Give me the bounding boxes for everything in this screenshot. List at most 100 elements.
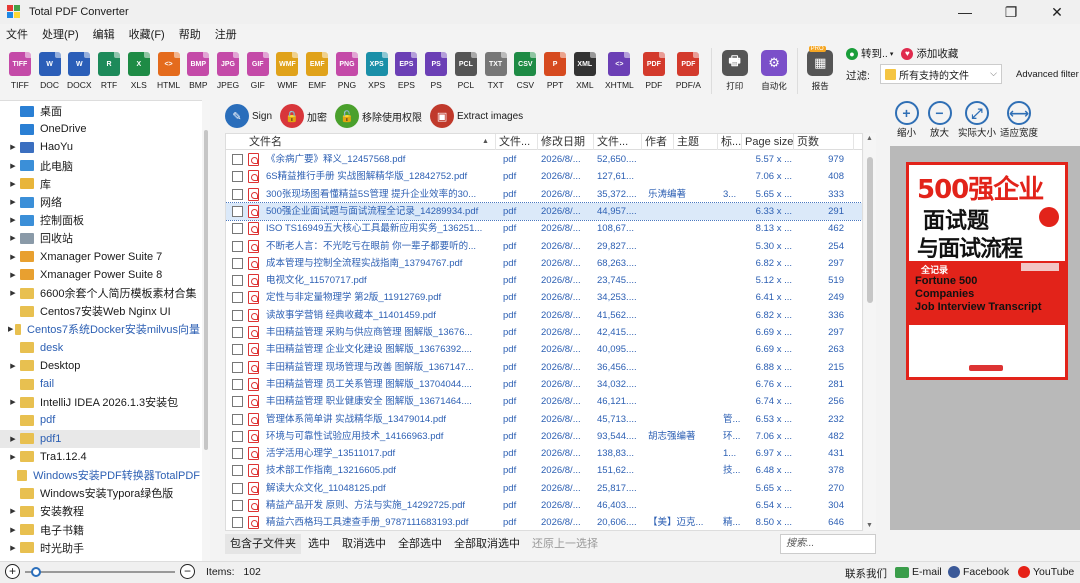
tree-scrollbar-thumb[interactable] [204, 130, 208, 450]
row-checkbox[interactable] [232, 275, 243, 287]
row-checkbox[interactable] [232, 448, 243, 460]
convert-docx-button[interactable]: W DOCX [64, 46, 94, 90]
actual-size-button[interactable]: ⤢ 实际大小 [956, 101, 998, 145]
expand-arrow-icon[interactable]: ▶ [8, 234, 18, 242]
zoom-out-icon[interactable]: + [5, 564, 20, 579]
table-row[interactable]: 读故事学营销 经典收藏本_11401459.pdf pdf 2026/8/... 41… [226, 307, 862, 324]
convert-xml-button[interactable]: XML XML [570, 46, 600, 90]
tree-item[interactable]: ▶ Xmanager Power Suite 7 [0, 248, 200, 266]
column-header[interactable]: 作者 [642, 134, 674, 150]
row-checkbox[interactable] [232, 171, 243, 183]
convert-wmf-button[interactable]: WMF WMF [273, 46, 303, 90]
tree-item[interactable]: ▶ Centos7系统Docker安装milvus向量 [0, 320, 200, 338]
table-row[interactable]: ISO TS16949五大核心工具最新应用实务_136251... pdf 2026… [226, 220, 862, 237]
expand-arrow-icon[interactable]: ▶ [8, 162, 18, 170]
menu-help[interactable]: 帮助 [179, 26, 201, 42]
tree-item[interactable]: Windows安装Typora绿色版 [0, 484, 200, 502]
expand-arrow-icon[interactable]: ▶ [8, 253, 18, 261]
convert-html-button[interactable]: <> HTML [154, 46, 184, 90]
row-checkbox[interactable] [232, 430, 243, 442]
column-header[interactable]: 文件... [594, 134, 642, 150]
row-checkbox[interactable] [232, 309, 243, 321]
zoom-in-icon[interactable]: − [180, 564, 195, 579]
expand-arrow-icon[interactable]: ▶ [8, 325, 13, 333]
tree-item[interactable]: ▶ HaoYu [0, 138, 200, 156]
convert-jpeg-button[interactable]: JPG JPEG [213, 46, 243, 90]
advanced-filter-link[interactable]: Advanced filter [1016, 69, 1079, 80]
table-scrollbar[interactable]: ▲ ▼ [864, 133, 876, 531]
expand-arrow-icon[interactable]: ▶ [8, 271, 18, 279]
menu-edit[interactable]: 编辑 [93, 26, 115, 42]
column-header[interactable]: 修改日期 [538, 134, 594, 150]
zoom-out-button[interactable]: + 缩小 [890, 101, 923, 145]
row-checkbox[interactable] [232, 500, 243, 511]
row-checkbox[interactable] [232, 482, 243, 494]
tree-item[interactable]: ▶ 网络 [0, 193, 200, 211]
goto-button[interactable]: 转到.. [861, 46, 888, 61]
tree-item[interactable]: ▶ pdf1 [0, 429, 200, 448]
tree-item[interactable]: ▶ IntelliJ IDEA 2026.1.3安装包 [0, 393, 200, 411]
tree-item[interactable]: Windows安装PDF转换器TotalPDF [0, 466, 200, 484]
action-button-1[interactable]: 🔒 加密 [280, 104, 327, 128]
menu-process[interactable]: 处理(P) [42, 26, 79, 42]
column-header[interactable]: Page size [742, 134, 794, 150]
convert-eps-button[interactable]: EPS EPS [392, 46, 422, 90]
menu-file[interactable]: 文件 [6, 26, 28, 42]
convert-pdf-a-button[interactable]: PDF PDF/A [669, 46, 708, 90]
convert-xhtml-button[interactable]: <> XHTML [600, 46, 639, 90]
expand-arrow-icon[interactable]: ▶ [8, 435, 18, 443]
close-button[interactable]: ✕ [1034, 0, 1080, 24]
search-input[interactable]: 搜索... [780, 534, 876, 554]
table-row[interactable]: 环境与可靠性试验应用技术_14166963.pdf pdf 2026/8/... 93… [226, 428, 862, 445]
table-row[interactable]: 电视文化_11570717.pdf pdf 2026/8/... 23,745....… [226, 272, 862, 289]
tree-item[interactable]: 桌面 [0, 102, 200, 120]
menu-register[interactable]: 注册 [215, 26, 237, 42]
expand-arrow-icon[interactable]: ▶ [8, 143, 18, 151]
select-all-button[interactable]: 全部选中 [393, 534, 447, 554]
restore-selection-button[interactable]: 还原上一选择 [527, 534, 603, 554]
convert-csv-button[interactable]: CSV CSV [510, 46, 540, 90]
convert-ppt-button[interactable]: P PPT [540, 46, 570, 90]
column-header[interactable]: 文件名 [246, 134, 496, 150]
convert-rtf-button[interactable]: R RTF [94, 46, 124, 90]
row-checkbox[interactable] [232, 205, 243, 217]
column-header[interactable]: 文件... [496, 134, 538, 150]
email-link[interactable]: E-mail [895, 566, 942, 578]
row-checkbox[interactable] [232, 396, 243, 408]
include-subfolders-button[interactable]: 包含子文件夹 [225, 534, 301, 554]
convert-xls-button[interactable]: X XLS [124, 46, 154, 90]
maximize-button[interactable]: ❐ [988, 0, 1034, 24]
tree-scrollbar[interactable] [202, 100, 210, 562]
deselect-all-button[interactable]: 全部取消选中 [449, 534, 525, 554]
table-row[interactable]: 精益六西格玛工具速查手册_9787111683193.pdf pdf 2026/8/… [226, 514, 862, 530]
convert-txt-button[interactable]: TXT TXT [481, 46, 511, 90]
tree-item[interactable]: ▶ 时光助手 [0, 539, 200, 557]
tree-item[interactable]: ▶ 控制面板 [0, 211, 200, 229]
row-checkbox[interactable] [232, 378, 243, 390]
table-row[interactable]: 丰田精益管理 现场管理与改善 图解版_1367147... pdf 2026/8/.… [226, 359, 862, 376]
zoom-slider[interactable] [25, 567, 175, 577]
table-row[interactable]: 6S精益推行手册 实战图解精华版_12842752.pdf pdf 2026/8/.… [226, 168, 862, 185]
column-header[interactable]: 标... [718, 134, 742, 150]
tree-item[interactable]: desk [0, 339, 200, 357]
convert-tiff-button[interactable]: TIFF TIFF [5, 46, 35, 90]
menu-favorites[interactable]: 收藏(F) [129, 26, 165, 42]
row-checkbox[interactable] [232, 223, 243, 235]
expand-arrow-icon[interactable]: ▶ [8, 198, 18, 206]
goto-dropdown-icon[interactable]: ▾ [890, 50, 894, 58]
table-row[interactable]: 活学活用心理学_13511017.pdf pdf 2026/8/... 138,83.… [226, 445, 862, 462]
convert-png-button[interactable]: PNG PNG [332, 46, 362, 90]
convert-pdf-button[interactable]: PDF PDF [639, 46, 669, 90]
youtube-link[interactable]: YouTube [1018, 566, 1074, 578]
expand-arrow-icon[interactable]: ▶ [8, 362, 18, 370]
tree-item[interactable]: ▶ 此电脑 [0, 157, 200, 175]
add-favorite-button[interactable]: 添加收藏 [916, 46, 958, 61]
convert-ps-button[interactable]: PS PS [421, 46, 451, 90]
tree-item[interactable]: fail [0, 375, 200, 393]
tree-item[interactable]: ▶ 库 [0, 175, 200, 193]
expand-arrow-icon[interactable]: ▶ [8, 526, 18, 534]
row-checkbox[interactable] [232, 240, 243, 252]
table-row[interactable]: 技术部工作指南_13216605.pdf pdf 2026/8/... 151,62.… [226, 462, 862, 479]
scroll-down-icon[interactable]: ▼ [866, 522, 873, 529]
expand-arrow-icon[interactable]: ▶ [8, 289, 18, 297]
